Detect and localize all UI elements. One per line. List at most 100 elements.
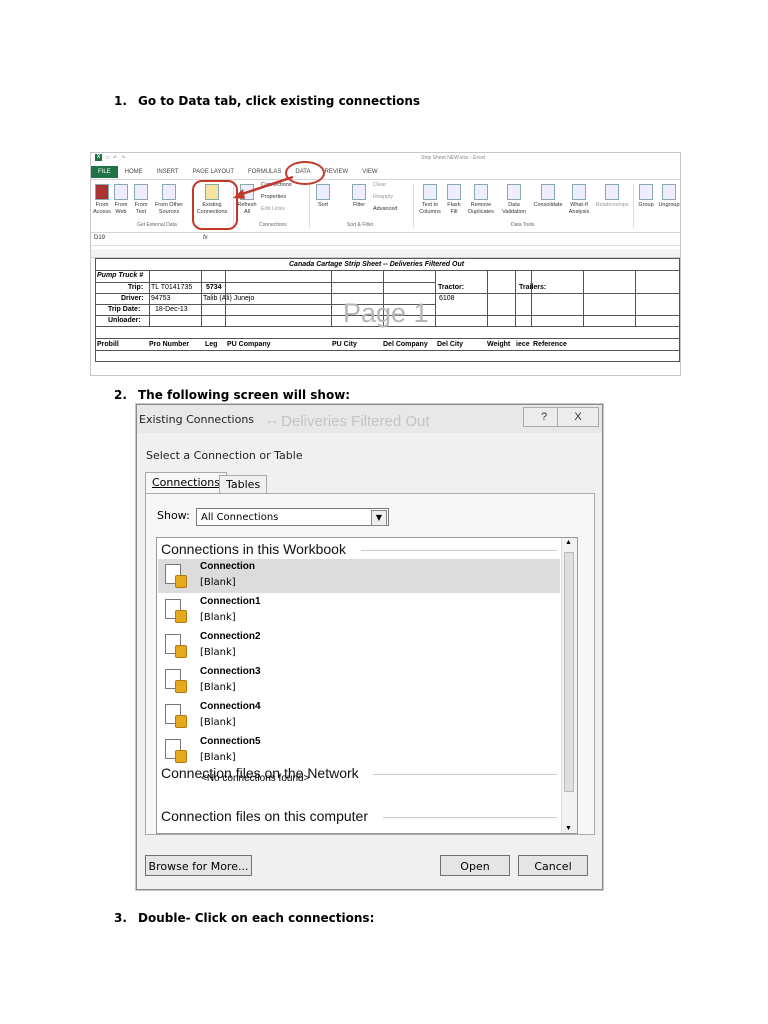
group-label-get-external-data: Get External Data xyxy=(137,222,177,228)
cell-tractor-value: 6108 xyxy=(439,295,455,302)
excel-screenshot: X □ ↶ ↷ Strip Sheet NEW.xlsx - Excel FIL… xyxy=(90,152,681,376)
clear-button[interactable]: Clear xyxy=(373,182,386,189)
database-icon xyxy=(175,715,187,728)
browse-for-more-button[interactable]: Browse for More... xyxy=(145,855,252,876)
group-label-data-tools: Data Tools xyxy=(511,222,535,228)
tab-insert[interactable]: INSERT xyxy=(150,169,186,175)
tab-tables[interactable]: Tables xyxy=(219,475,268,494)
from-other-sources-button[interactable]: From Other Sources xyxy=(153,184,185,216)
text-to-columns-button[interactable]: Text to Columns xyxy=(417,184,443,216)
step-3: 3. Double- Click on each connections: xyxy=(114,911,374,925)
dialog-titlebar: -- Deliveries Filtered Out Existing Conn… xyxy=(137,405,602,433)
cell-unloader-label: Unloader: xyxy=(108,317,141,324)
open-button[interactable]: Open xyxy=(440,855,510,876)
existing-connections-dialog: -- Deliveries Filtered Out Existing Conn… xyxy=(136,404,603,890)
col-weight: Weight xyxy=(487,341,511,348)
list-item-connection[interactable]: Connection [Blank] xyxy=(158,559,560,593)
what-if-icon xyxy=(572,184,586,200)
sort-button[interactable]: Sort xyxy=(313,184,333,209)
flash-fill-icon xyxy=(447,184,461,200)
connections-list[interactable]: Connections in this Workbook Connection … xyxy=(156,537,578,834)
group-label-connections: Connections xyxy=(259,222,287,228)
tab-view[interactable]: VIEW xyxy=(355,169,384,175)
from-access-button[interactable]: From Access xyxy=(93,184,111,216)
ungroup-button[interactable]: Ungroup xyxy=(657,184,680,209)
advanced-button[interactable]: Advanced xyxy=(373,206,397,213)
sheet-title: Canada Cartage Strip Sheet -- Deliveries… xyxy=(289,261,465,268)
scrollbar-thumb[interactable] xyxy=(564,552,574,792)
window-title: Strip Sheet NEW.xlsx - Excel xyxy=(421,155,486,161)
section-connections-in-workbook: Connections in this Workbook xyxy=(161,541,346,557)
list-item-connection5[interactable]: Connection5 [Blank] xyxy=(158,734,560,768)
relationships-icon xyxy=(605,184,619,200)
list-item-connection3[interactable]: Connection3 [Blank] xyxy=(158,664,560,698)
close-button[interactable]: X xyxy=(557,407,599,427)
cell-trip-date: 18-Dec-13 xyxy=(155,306,188,313)
tab-home[interactable]: HOME xyxy=(118,169,150,175)
list-item-connection4[interactable]: Connection4 [Blank] xyxy=(158,699,560,733)
redo-icon[interactable]: ↷ xyxy=(121,155,125,161)
tab-connections[interactable]: Connections xyxy=(145,472,227,494)
connection-name: Connection1 xyxy=(200,596,261,607)
database-icon xyxy=(175,680,187,693)
col-probill: Probill xyxy=(97,341,119,348)
show-dropdown[interactable]: All Connections ▼ xyxy=(196,508,389,526)
from-web-button[interactable]: From Web xyxy=(113,184,129,216)
database-icon xyxy=(175,575,187,588)
from-text-button[interactable]: From Text xyxy=(133,184,149,216)
formula-bar: D19 fx xyxy=(91,233,680,246)
step-2: 2. The following screen will show: xyxy=(114,388,350,402)
col-leg: Leg xyxy=(205,341,218,348)
scroll-down-icon[interactable]: ▼ xyxy=(565,825,572,832)
arrow-icon xyxy=(233,175,294,199)
ribbon-tabs: FILE HOME INSERT PAGE LAYOUT FORMULAS DA… xyxy=(91,165,680,179)
cancel-button[interactable]: Cancel xyxy=(518,855,588,876)
dialog-prompt: Select a Connection or Table xyxy=(146,449,303,462)
col-pro-number: Pro Number xyxy=(149,341,190,348)
help-icon: ? xyxy=(540,411,548,423)
connection-name: Connection5 xyxy=(200,736,261,747)
edit-links-button[interactable]: Edit Links xyxy=(261,206,285,213)
section-divider xyxy=(373,774,557,775)
what-if-analysis-button[interactable]: What-If Analysis xyxy=(567,184,591,216)
connection-description: [Blank] xyxy=(200,647,236,658)
list-item-connection2[interactable]: Connection2 [Blank] xyxy=(158,629,560,663)
close-icon: X xyxy=(574,411,582,423)
dialog-title: Existing Connections xyxy=(139,413,255,426)
scroll-up-icon[interactable]: ▲ xyxy=(565,539,572,546)
data-validation-icon xyxy=(507,184,521,200)
remove-duplicates-icon xyxy=(474,184,488,200)
step-text: Go to Data tab, click existing connectio… xyxy=(138,94,421,108)
remove-duplicates-button[interactable]: Remove Duplicates xyxy=(466,184,496,216)
excel-logo-icon: X xyxy=(95,154,102,161)
relationships-button[interactable]: Relationships xyxy=(594,184,630,209)
column-headers xyxy=(91,249,680,258)
chevron-down-icon[interactable]: ▼ xyxy=(371,510,387,526)
ribbon-separator xyxy=(309,184,310,228)
connection-name: Connection2 xyxy=(200,631,261,642)
filter-button[interactable]: Filter xyxy=(349,184,369,209)
cell-driver-label: Driver: xyxy=(121,295,144,302)
data-validation-button[interactable]: Data Validation xyxy=(499,184,529,216)
reapply-button[interactable]: Reapply xyxy=(373,194,393,201)
list-item-connection1[interactable]: Connection1 [Blank] xyxy=(158,594,560,628)
database-icon xyxy=(175,750,187,763)
group-button[interactable]: Group xyxy=(637,184,655,209)
vertical-scrollbar[interactable]: ▲ ▼ xyxy=(561,538,577,833)
name-box[interactable]: D19 xyxy=(94,235,105,241)
section-computer-files: Connection files on this computer xyxy=(161,808,368,824)
consolidate-button[interactable]: Consolidate xyxy=(532,184,564,209)
save-icon[interactable]: □ xyxy=(106,155,109,161)
show-dropdown-value: All Connections xyxy=(201,512,279,523)
fx-icon[interactable]: fx xyxy=(203,235,208,241)
tab-file[interactable]: FILE xyxy=(91,166,118,178)
col-pu-company: PU Company xyxy=(227,341,271,348)
step-text: The following screen will show: xyxy=(138,388,351,402)
flash-fill-button[interactable]: Flash Fill xyxy=(446,184,462,216)
step-number: 2. xyxy=(114,388,127,402)
undo-icon[interactable]: ↶ xyxy=(113,155,117,161)
section-divider xyxy=(383,817,557,818)
spreadsheet-grid[interactable]: Canada Cartage Strip Sheet -- Deliveries… xyxy=(95,258,680,375)
excel-titlebar: X □ ↶ ↷ Strip Sheet NEW.xlsx - Excel xyxy=(91,153,680,164)
database-icon xyxy=(175,645,187,658)
